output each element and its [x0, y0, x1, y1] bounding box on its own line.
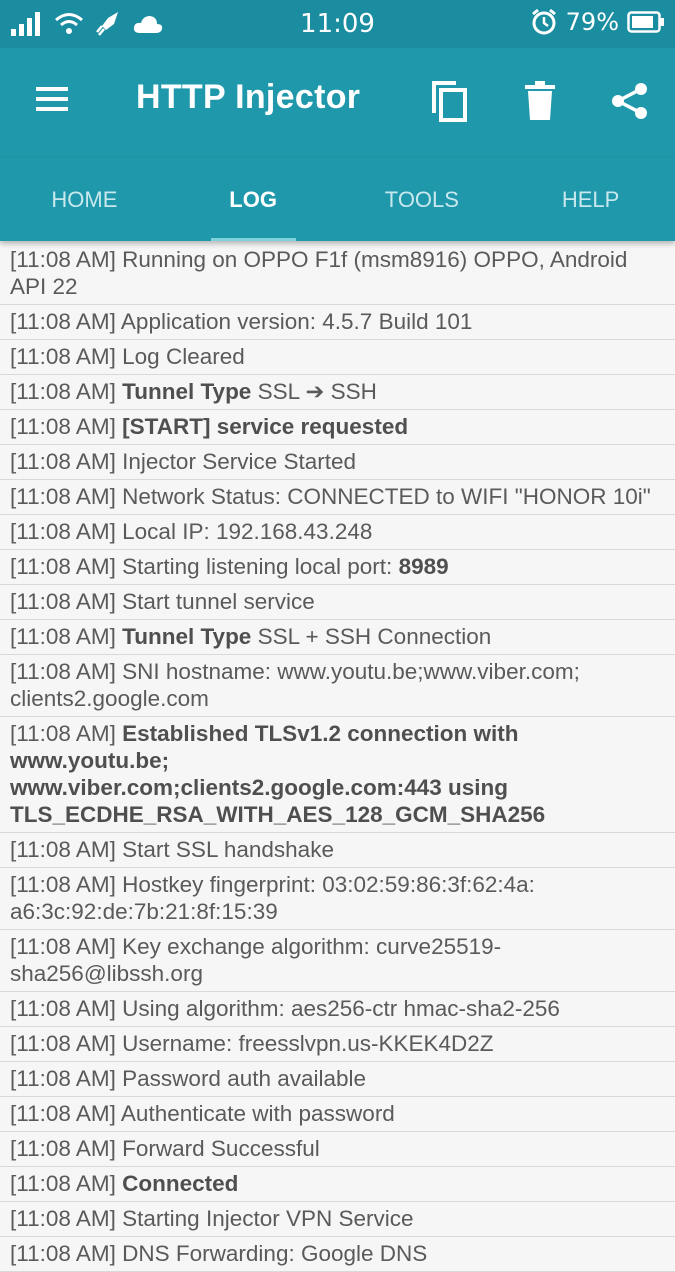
log-entry: [11:08 AM] Connected — [0, 1167, 675, 1202]
log-message: Local IP: 192.168.43.248 — [122, 519, 373, 544]
log-timestamp: [11:08 AM] — [10, 589, 123, 614]
log-timestamp: [11:08 AM] — [10, 624, 123, 649]
log-message: Start tunnel service — [122, 589, 315, 614]
log-timestamp: [11:08 AM] — [10, 344, 123, 369]
log-entry: [11:08 AM] Running on OPPO F1f (msm8916)… — [0, 243, 675, 305]
log-entry: [11:08 AM] Starting Injector VPN Service — [0, 1202, 675, 1237]
tab-log[interactable]: LOG — [169, 158, 338, 241]
log-timestamp: [11:08 AM] — [10, 484, 123, 509]
delete-icon — [525, 81, 555, 120]
log-message: Tunnel Type — [122, 624, 252, 649]
tab-tools[interactable]: TOOLS — [338, 158, 507, 241]
log-entry: [11:08 AM] Tunnel Type SSL ➔ SSH — [0, 375, 675, 410]
copy-button[interactable] — [426, 78, 472, 124]
log-timestamp: [11:08 AM] — [10, 1101, 121, 1126]
log-timestamp: [11:08 AM] — [10, 379, 123, 404]
app-toolbar: HTTP Injector — [0, 48, 675, 158]
log-timestamp: [11:08 AM] — [10, 1241, 123, 1266]
log-entry: [11:08 AM] Application version: 4.5.7 Bu… — [0, 305, 675, 340]
log-message: Start SSL handshake — [122, 837, 334, 862]
log-timestamp: [11:08 AM] — [10, 996, 123, 1021]
share-button[interactable] — [607, 78, 653, 124]
battery-icon — [627, 11, 664, 33]
log-timestamp: [11:08 AM] — [10, 1031, 123, 1056]
log-entry: [11:08 AM] Hostkey fingerprint: 03:02:59… — [0, 868, 675, 930]
log-message: Connected — [122, 1171, 239, 1196]
log-message: DNS Forwarding: Google DNS — [122, 1241, 428, 1266]
log-entry: [11:08 AM] Log Cleared — [0, 340, 675, 375]
log-message: Authenticate with password — [120, 1101, 395, 1126]
log-entry: [11:08 AM] Tunnel Type SSL + SSH Connect… — [0, 620, 675, 655]
log-timestamp: [11:08 AM] — [10, 934, 123, 959]
menu-button[interactable] — [34, 84, 72, 114]
log-message: 8989 — [398, 554, 449, 579]
log-timestamp: [11:08 AM] — [10, 1066, 123, 1091]
log-entry: [11:08 AM] Starting listening local port… — [0, 550, 675, 585]
delete-button[interactable] — [517, 78, 563, 124]
log-timestamp: [11:08 AM] — [10, 1206, 123, 1231]
log-entry: [11:08 AM] Start tunnel service — [0, 585, 675, 620]
log-entry: [11:08 AM] Network Status: CONNECTED to … — [0, 480, 675, 515]
log-entry: [11:08 AM] Start SSL handshake — [0, 833, 675, 868]
log-entry: [11:08 AM] SNI hostname: www.youtu.be;ww… — [0, 655, 675, 717]
log-message: SSL ➔ SSH — [251, 379, 377, 404]
alarm-icon — [531, 8, 556, 35]
log-timestamp: [11:08 AM] — [10, 414, 123, 439]
log-message: Starting Injector VPN Service — [122, 1206, 414, 1231]
log-entry: [11:08 AM] Authenticate with password — [0, 1097, 675, 1132]
menu-icon — [36, 87, 68, 111]
log-message: Forward Successful — [122, 1136, 320, 1161]
battery-percent: 79% — [565, 8, 619, 36]
share-icon — [612, 83, 647, 119]
log-timestamp: [11:08 AM] — [10, 247, 123, 272]
log-timestamp: [11:08 AM] — [10, 1136, 123, 1161]
copy-icon — [432, 81, 467, 122]
log-message: Network Status: CONNECTED to WIFI "HONOR… — [122, 484, 651, 509]
log-entry: [11:08 AM] Key exchange algorithm: curve… — [0, 930, 675, 992]
tab-help[interactable]: HELP — [506, 158, 675, 241]
log-message: Application version: 4.5.7 Build 101 — [120, 309, 473, 334]
log-timestamp: [11:08 AM] — [10, 449, 123, 474]
tab-home[interactable]: HOME — [0, 158, 169, 241]
log-message: Password auth available — [122, 1066, 367, 1091]
log-timestamp: [11:08 AM] — [10, 659, 123, 684]
log-message: SSL + SSH Connection — [251, 624, 492, 649]
status-bar: 11:09 79% — [0, 0, 675, 48]
app-title: HTTP Injector — [136, 78, 361, 116]
log-message: Using algorithm: aes256-ctr hmac-sha2-25… — [122, 996, 560, 1021]
log-list[interactable]: [11:08 AM] Running on OPPO F1f (msm8916)… — [0, 243, 675, 1272]
log-entry: [11:08 AM] Password auth available — [0, 1062, 675, 1097]
log-entry: [11:08 AM] Forward Successful — [0, 1132, 675, 1167]
log-entry: [11:08 AM] Injector Service Started — [0, 445, 675, 480]
log-message: Tunnel Type — [122, 379, 252, 404]
log-timestamp: [11:08 AM] — [10, 837, 123, 862]
tab-bar: HOME LOG TOOLS HELP — [0, 158, 675, 241]
log-message: Injector Service Started — [122, 449, 357, 474]
log-message: [START] service requested — [122, 414, 409, 439]
log-timestamp: [11:08 AM] — [10, 309, 121, 334]
log-message: Username: freesslvpn.us-KKEK4D2Z — [122, 1031, 494, 1056]
log-timestamp: [11:08 AM] — [10, 554, 123, 579]
log-entry: [11:08 AM] Using algorithm: aes256-ctr h… — [0, 992, 675, 1027]
log-entry: [11:08 AM] Local IP: 192.168.43.248 — [0, 515, 675, 550]
log-message: Starting listening local port: — [122, 554, 399, 579]
log-timestamp: [11:08 AM] — [10, 721, 123, 746]
log-entry: [11:08 AM] DNS Forwarding: Google DNS — [0, 1237, 675, 1272]
log-timestamp: [11:08 AM] — [10, 872, 123, 897]
log-entry: [11:08 AM] [START] service requested — [0, 410, 675, 445]
log-timestamp: [11:08 AM] — [10, 1171, 123, 1196]
status-icons-right: 79% — [530, 8, 665, 36]
log-timestamp: [11:08 AM] — [10, 519, 123, 544]
log-entry: [11:08 AM] Username: freesslvpn.us-KKEK4… — [0, 1027, 675, 1062]
log-entry: [11:08 AM] Established TLSv1.2 connectio… — [0, 717, 675, 833]
log-message: Log Cleared — [122, 344, 245, 369]
